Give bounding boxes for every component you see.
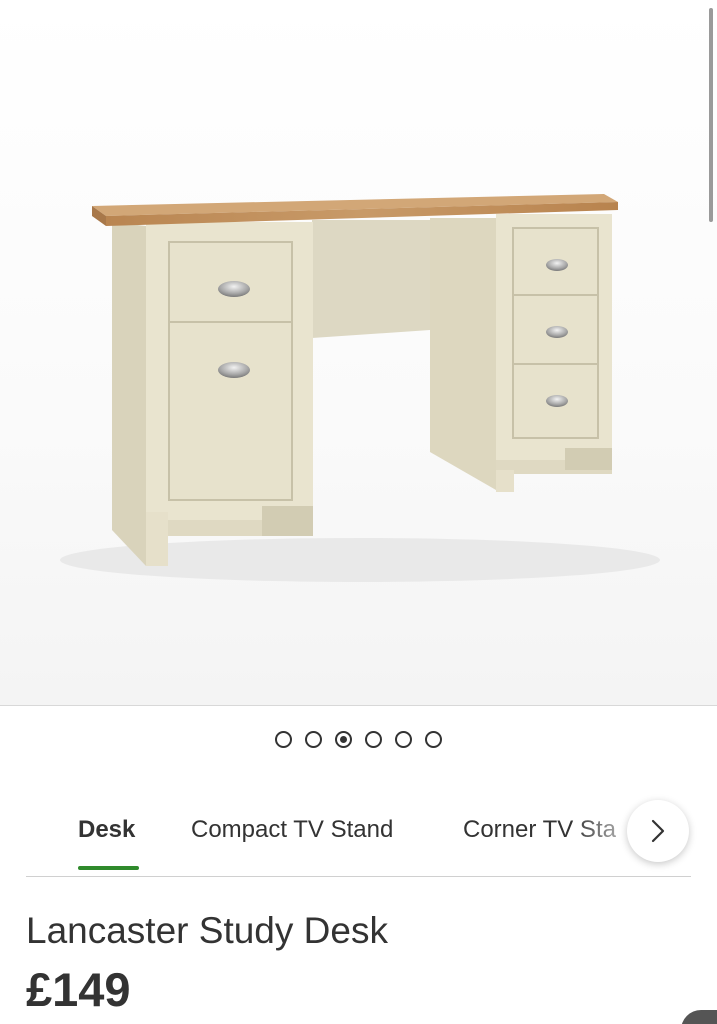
- product-title: Lancaster Study Desk: [26, 910, 388, 951]
- carousel-dot-1[interactable]: [275, 731, 292, 748]
- carousel-dot-3[interactable]: [335, 731, 352, 748]
- product-variant-tabs: Desk Compact TV Stand Corner TV Sta: [26, 800, 691, 877]
- product-price: £149: [26, 963, 131, 1016]
- tabs-next-button[interactable]: [627, 800, 689, 862]
- tab-desk[interactable]: Desk: [78, 816, 135, 844]
- carousel-dots: [0, 731, 717, 748]
- product-page: Desk Compact TV Stand Corner TV Sta Lanc…: [0, 0, 717, 1024]
- carousel-dot-6[interactable]: [425, 731, 442, 748]
- tab-compact-tv-stand[interactable]: Compact TV Stand: [191, 816, 393, 844]
- active-tab-indicator: [78, 866, 139, 870]
- scrollbar[interactable]: [709, 8, 713, 222]
- product-image-gallery[interactable]: [0, 0, 717, 706]
- chevron-right-icon: [651, 819, 665, 843]
- carousel-dot-5[interactable]: [395, 731, 412, 748]
- carousel-dot-2[interactable]: [305, 731, 322, 748]
- product-image: [60, 194, 660, 582]
- floating-widget[interactable]: [681, 1010, 717, 1024]
- carousel-dot-4[interactable]: [365, 731, 382, 748]
